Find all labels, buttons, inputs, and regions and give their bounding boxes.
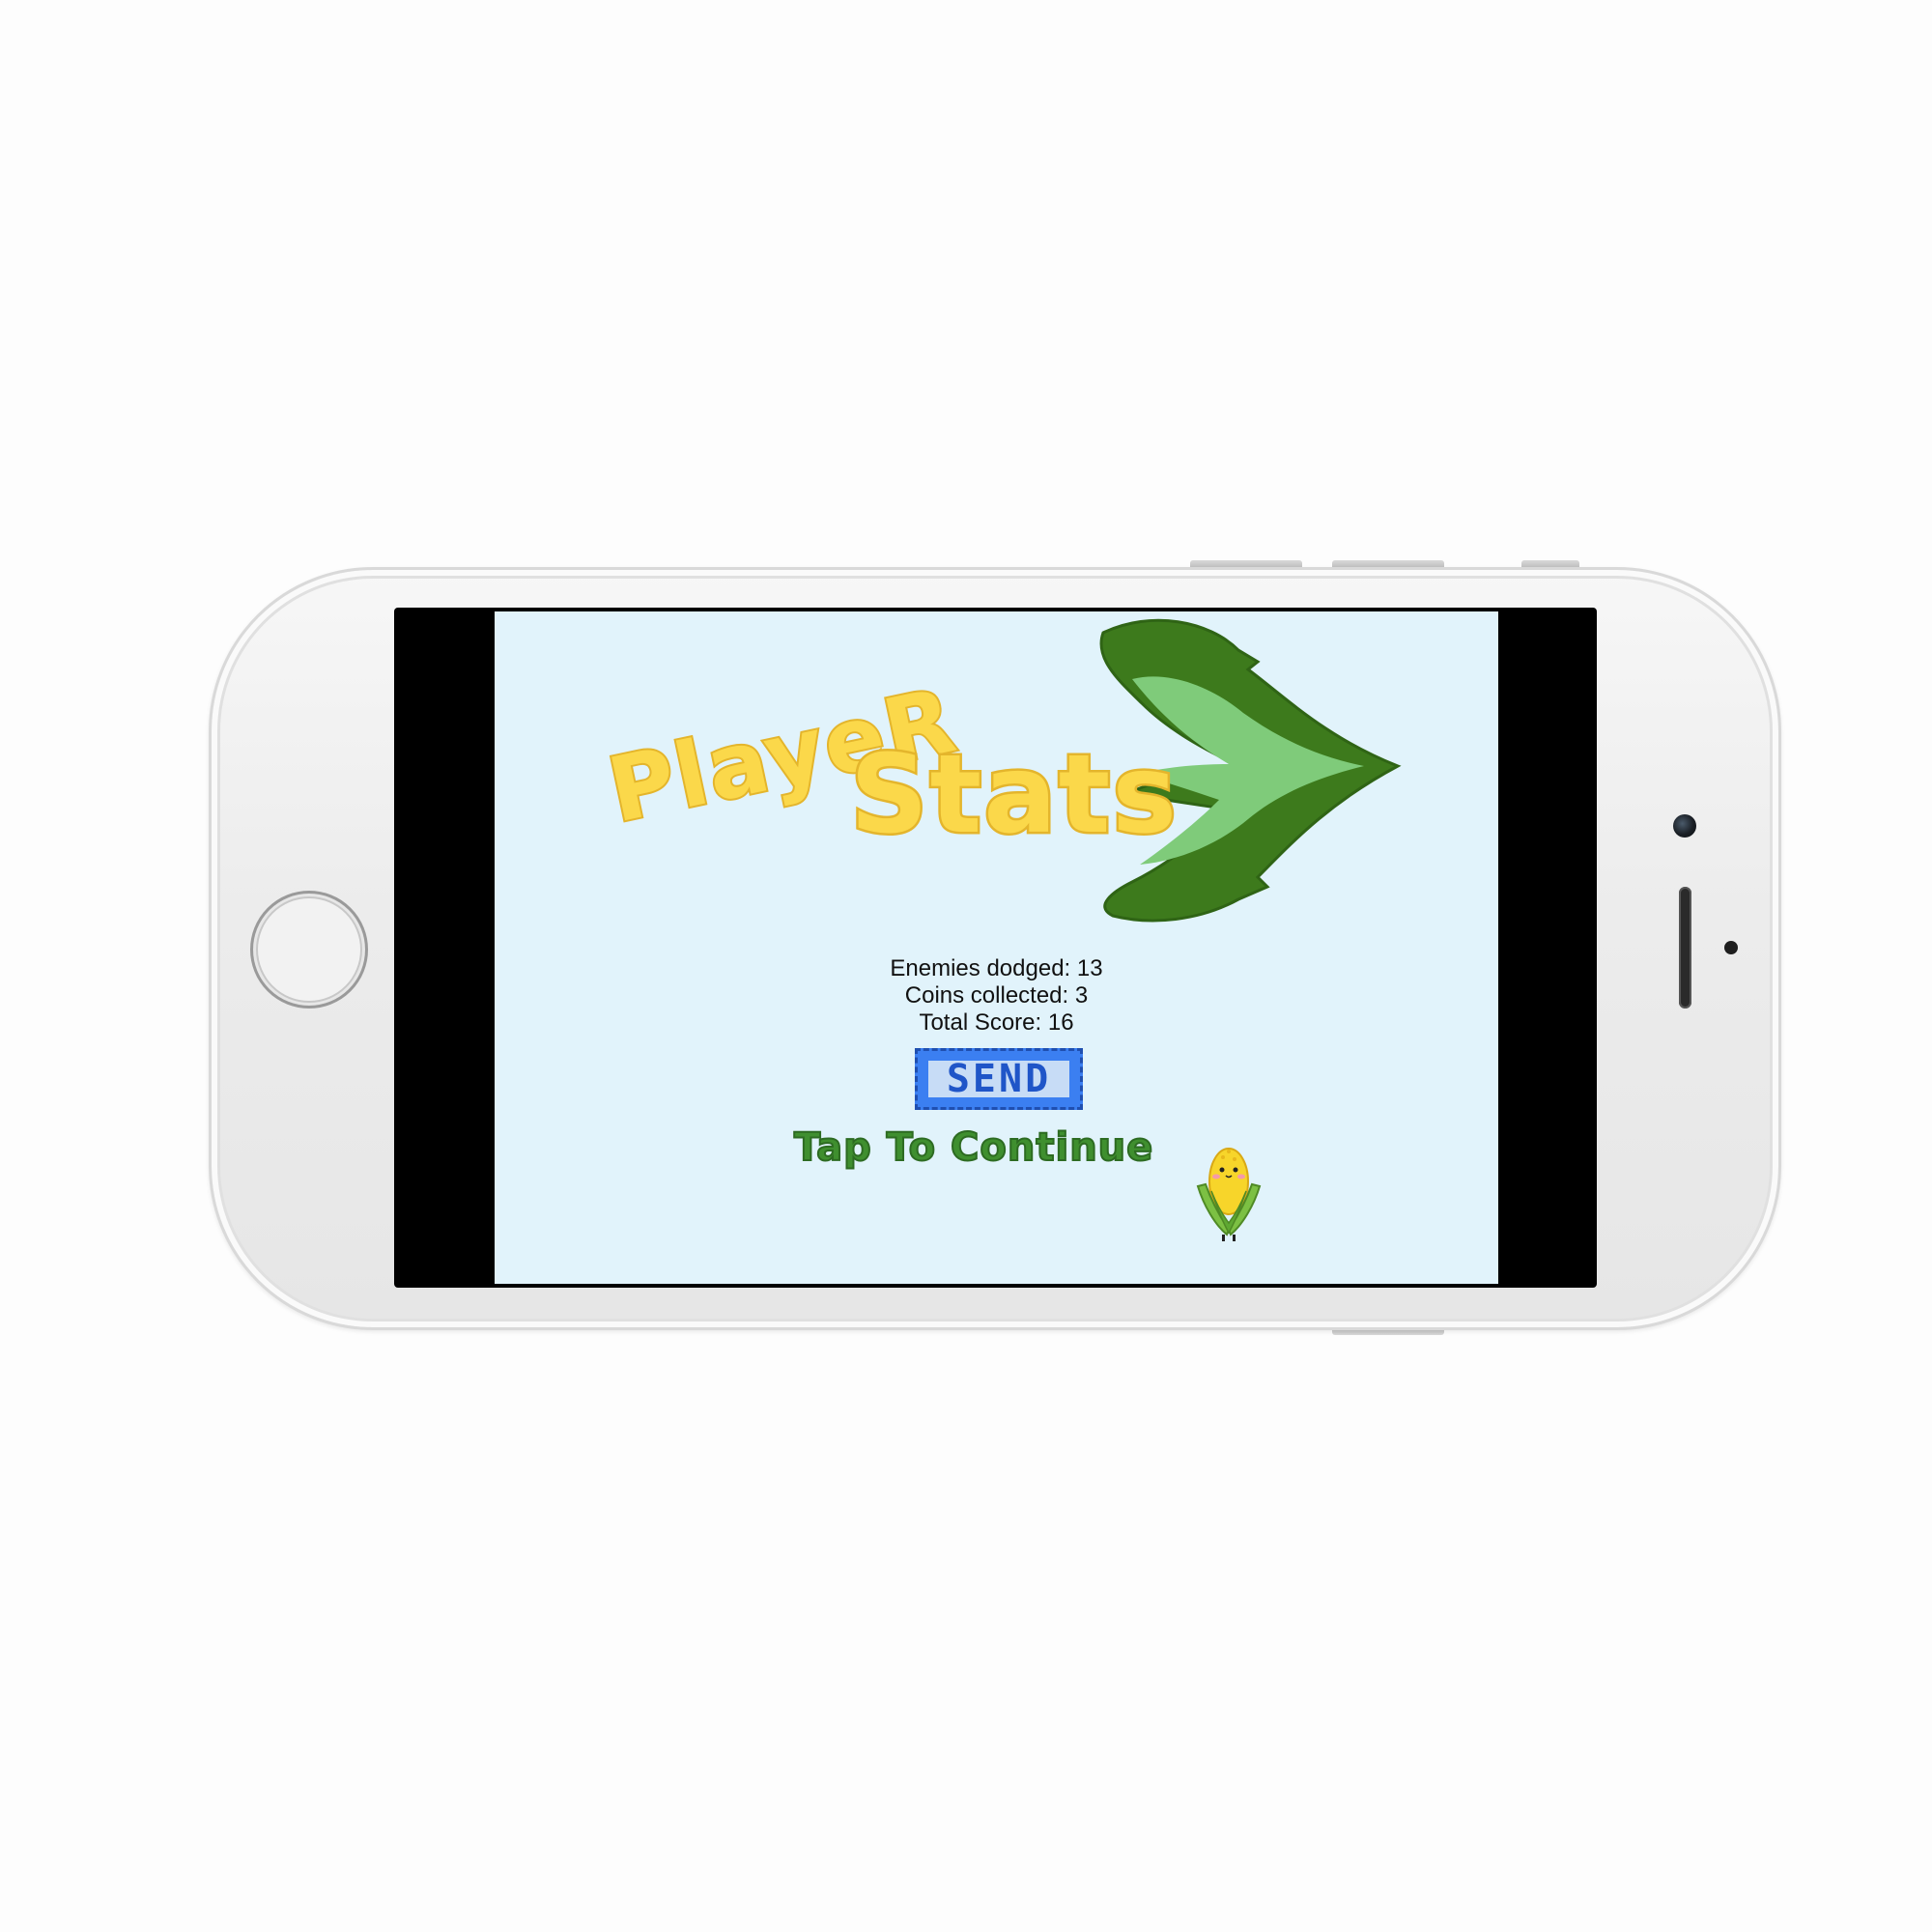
coins-collected-text: Coins collected: 3	[904, 982, 1089, 1009]
tap-to-continue-button[interactable]: Tap To Continue	[793, 1124, 1219, 1171]
send-button[interactable]: SEND	[915, 1048, 1083, 1110]
send-button-inner: SEND	[925, 1058, 1072, 1100]
earpiece-speaker	[1679, 887, 1691, 1009]
game-screen[interactable]: PlayeR Stats Enemies dodged: 13 Coins co…	[495, 611, 1498, 1284]
send-button-label: SEND	[946, 1057, 1052, 1101]
stats-panel: Enemies dodged: 13 Coins collected: 3 To…	[495, 955, 1498, 1037]
proximity-sensor	[1724, 941, 1738, 954]
home-button[interactable]	[250, 891, 368, 1009]
title-graphic: PlayeR Stats	[598, 618, 1402, 923]
total-score-text: Total Score: 16	[919, 1009, 1074, 1036]
enemies-dodged-text: Enemies dodged: 13	[890, 955, 1103, 981]
front-camera-icon	[1673, 814, 1696, 838]
phone-mockup: PlayeR Stats Enemies dodged: 13 Coins co…	[0, 0, 1932, 1932]
title-line2: Stats	[850, 732, 1179, 858]
corn-mascot-icon	[1196, 1148, 1262, 1241]
